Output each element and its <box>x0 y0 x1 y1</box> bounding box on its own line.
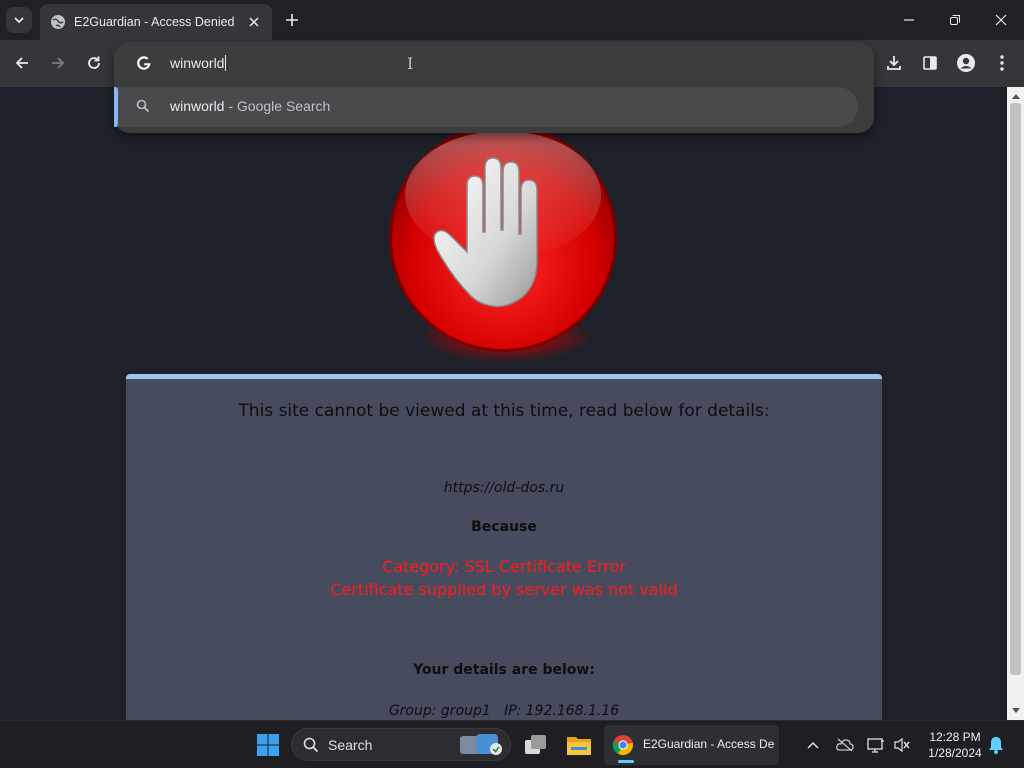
page-viewport: This site cannot be viewed at this time,… <box>0 87 1007 720</box>
forward-arrow-icon <box>52 57 65 69</box>
plus-icon <box>286 14 298 26</box>
restore-icon <box>950 15 960 25</box>
onedrive-button[interactable] <box>835 735 855 755</box>
search-icon <box>136 99 152 115</box>
vertical-scrollbar[interactable] <box>1007 87 1024 720</box>
taskbar-search[interactable]: Search <box>291 728 511 761</box>
task-view-button[interactable] <box>520 729 552 761</box>
close-window-button[interactable] <box>978 0 1024 40</box>
because-label: Because <box>471 519 537 535</box>
side-panel-icon <box>923 56 937 70</box>
running-indicator <box>618 760 634 763</box>
new-tab-button[interactable] <box>280 8 304 32</box>
blocked-url: https://old-dos.ru <box>443 480 565 496</box>
block-panel: This site cannot be viewed at this time,… <box>126 374 882 720</box>
group-ip-line: Group: group1 IP: 192.168.1.16 <box>388 703 620 719</box>
omnibox[interactable]: winworld I winworld - Google Search <box>114 42 874 133</box>
onedrive-icon <box>836 738 854 752</box>
globe-icon <box>50 14 66 30</box>
display-icon <box>867 738 884 753</box>
volume-button[interactable] <box>892 735 912 755</box>
profile-icon <box>957 54 975 72</box>
suggestion-suffix: - Google Search <box>224 98 331 114</box>
task-view-icon <box>525 735 546 754</box>
windows-start-icon <box>257 734 279 756</box>
scroll-down-arrow[interactable] <box>1007 704 1024 718</box>
menu-button[interactable] <box>988 49 1016 77</box>
text-caret <box>225 55 227 71</box>
scroll-up-arrow[interactable] <box>1007 89 1024 103</box>
notifications-button[interactable] <box>986 735 1006 755</box>
bell-icon <box>989 737 1003 754</box>
start-button[interactable] <box>252 729 284 761</box>
volume-muted-icon <box>894 737 910 753</box>
details-heading: Your details are below: <box>413 662 595 678</box>
system-clock[interactable]: 12:28 PM 1/28/2024 <box>916 729 994 761</box>
file-explorer-icon <box>567 737 591 755</box>
back-button[interactable] <box>8 49 36 77</box>
reload-icon <box>88 56 100 69</box>
back-arrow-icon <box>15 57 28 69</box>
google-g-icon <box>134 53 154 73</box>
minimize-icon <box>904 19 914 21</box>
minimize-button[interactable] <box>886 0 932 40</box>
omnibox-input[interactable]: winworld <box>170 55 227 71</box>
chrome-icon <box>612 735 633 755</box>
tab-list-button[interactable] <box>6 7 32 33</box>
more-icon <box>1000 55 1004 71</box>
reload-button[interactable] <box>80 49 108 77</box>
omnibox-suggestion[interactable]: winworld - Google Search <box>114 87 858 127</box>
search-highlight-icon <box>460 734 502 755</box>
panel-heading: This site cannot be viewed at this time,… <box>238 401 770 421</box>
suggestion-query: winworld <box>170 98 225 114</box>
tab-active[interactable]: E2Guardian - Access Denied <box>40 4 272 40</box>
display-button[interactable] <box>866 735 886 755</box>
close-icon[interactable] <box>246 14 262 30</box>
stop-hand-icon <box>389 124 617 352</box>
tab-strip: E2Guardian - Access Denied <box>0 0 1024 40</box>
restore-button[interactable] <box>932 0 978 40</box>
download-icon <box>887 56 901 70</box>
profile-button[interactable] <box>952 49 980 77</box>
suggestion-highlight-bar <box>114 87 118 127</box>
clock-date: 1/28/2024 <box>928 746 982 760</box>
ibeam-cursor: I <box>407 54 414 73</box>
close-icon <box>995 14 1007 26</box>
taskbar-chrome-window[interactable]: E2Guardian - Access De <box>604 725 779 765</box>
scrollbar-thumb[interactable] <box>1010 103 1021 675</box>
tray-overflow-button[interactable] <box>803 735 823 755</box>
side-panel-button[interactable] <box>916 49 944 77</box>
file-explorer-button[interactable] <box>563 729 595 761</box>
chevron-down-icon <box>14 17 24 24</box>
taskbar-search-label: Search <box>328 737 373 753</box>
windows-taskbar: Search E2Guardian - Access De 12:28 PM 1… <box>0 720 1024 768</box>
downloads-button[interactable] <box>880 49 908 77</box>
tab-title: E2Guardian - Access Denied <box>74 15 235 29</box>
taskbar-chrome-label: E2Guardian - Access De <box>643 737 775 751</box>
block-category: Category: SSL Certificate Error <box>382 557 626 576</box>
clock-time: 12:28 PM <box>929 730 981 744</box>
forward-button[interactable] <box>44 49 72 77</box>
block-reason: Certificate supplied by server was not v… <box>330 580 678 599</box>
search-icon <box>303 737 319 753</box>
chevron-up-icon <box>807 741 819 749</box>
